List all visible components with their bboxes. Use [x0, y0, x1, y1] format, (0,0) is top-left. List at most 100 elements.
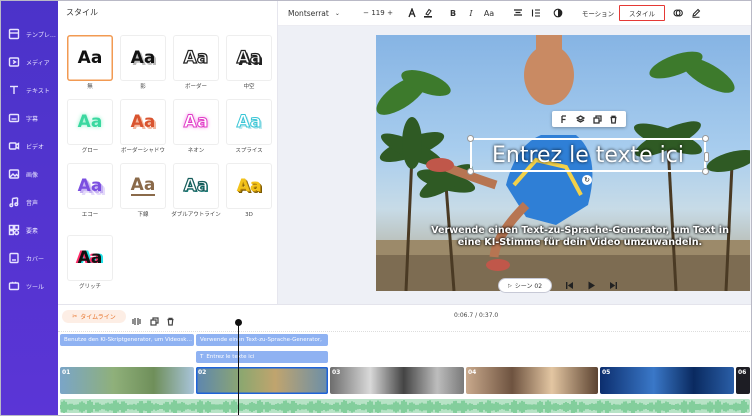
sidebar-item-media[interactable]: メディア	[0, 50, 58, 74]
sidebar-item-templates[interactable]: テンプレ…	[0, 22, 58, 46]
subtitle-text[interactable]: Verwende einen Text-zu-Sprache-Generator…	[430, 225, 730, 249]
bold-button[interactable]: B	[448, 6, 458, 20]
rotate-icon[interactable]: ↻	[582, 175, 592, 185]
sidebar-item-cover[interactable]: カバー	[0, 246, 58, 270]
font-size-input[interactable]: 119	[370, 6, 386, 20]
play-button[interactable]	[586, 281, 596, 291]
video-clip[interactable]: 04	[466, 367, 598, 394]
style-card-border[interactable]: Aa	[173, 35, 219, 81]
style-sample: Aa	[130, 112, 156, 132]
sidebar-item-label: 字幕	[26, 115, 39, 123]
split-button[interactable]	[132, 311, 142, 325]
text-style-icon[interactable]	[560, 114, 569, 124]
copy-button[interactable]	[150, 311, 160, 326]
line-spacing-button[interactable]	[530, 6, 542, 20]
clip-number: 02	[198, 369, 207, 376]
sidebar-item-audio[interactable]: 音声	[0, 190, 58, 214]
style-panel: スタイル Aa 無 Aa 影 Aa ボーダー Aa 中空 Aa グロー Aa ボ…	[58, 0, 278, 304]
sidebar-item-label: テンプレ…	[26, 31, 56, 39]
text-case-button[interactable]: Aa	[482, 6, 496, 20]
sidebar-item-video[interactable]: ビデオ	[0, 134, 58, 158]
sidebar-item-images[interactable]: 画像	[0, 162, 58, 186]
trash-icon	[167, 317, 174, 326]
style-card-3d[interactable]: Aa	[226, 163, 272, 209]
play-icon	[588, 281, 595, 290]
play-small-icon: ▷	[507, 282, 512, 289]
highlight-color-button[interactable]	[422, 6, 434, 20]
style-sample: Aa	[236, 112, 262, 133]
style-card-glow[interactable]: Aa	[67, 99, 113, 145]
style-card-none[interactable]: Aa	[67, 35, 113, 81]
sidebar-item-text[interactable]: テキスト	[0, 78, 58, 102]
style-card-border-shadow[interactable]: Aa	[120, 99, 166, 145]
panel-title: スタイル	[66, 8, 98, 17]
copy-icon	[150, 317, 159, 326]
clip-number: 01	[62, 369, 71, 376]
font-size-decrease-button[interactable]: −	[362, 6, 370, 20]
font-size-increase-button[interactable]: +	[386, 6, 394, 20]
delete-icon[interactable]	[609, 115, 618, 124]
layers-icon[interactable]	[576, 114, 586, 124]
edit-button[interactable]	[690, 6, 702, 20]
style-sample: Aa	[183, 175, 209, 196]
playhead[interactable]	[235, 319, 242, 416]
style-sample: Aa	[77, 176, 103, 196]
delete-button[interactable]	[166, 311, 176, 326]
video-clip-selected[interactable]: 02	[196, 367, 328, 394]
subtitle-clip[interactable]: Benutze den KI-Skriptgenerator, um Video…	[60, 334, 194, 346]
align-center-button[interactable]	[512, 6, 524, 20]
previous-button[interactable]	[564, 281, 574, 291]
resize-handle-top-left[interactable]	[467, 135, 474, 142]
video-preview[interactable]: Entrez le texte ici ↻ Verwende einen Tex…	[376, 35, 750, 291]
audio-icon	[7, 195, 21, 209]
duplicate-icon[interactable]	[593, 114, 602, 124]
resize-handle-right[interactable]	[704, 152, 709, 162]
subtitle-clip[interactable]: Verwende einen Text-zu-Sprache-Generator…	[196, 334, 328, 346]
style-card-splice[interactable]: Aa	[226, 99, 272, 145]
tab-style[interactable]: スタイル	[619, 5, 665, 21]
timeline-tab[interactable]: ✂ タイムライン	[62, 310, 126, 323]
style-card-echo[interactable]: Aa	[67, 163, 113, 209]
sidebar-item-tools[interactable]: ツール	[0, 274, 58, 298]
style-sample: Aa	[236, 176, 262, 196]
text-clip[interactable]: T Entrez le texte ici	[196, 351, 328, 363]
clip-number: 04	[468, 369, 477, 376]
chevron-down-icon: ⌄	[334, 9, 340, 17]
style-card-hollow[interactable]: Aa	[226, 35, 272, 81]
tab-motion[interactable]: モーション	[580, 6, 616, 20]
style-card-double-outline[interactable]: Aa	[173, 163, 219, 209]
style-label: エコー	[81, 212, 99, 218]
sidebar-item-elements[interactable]: 要素	[0, 218, 58, 242]
template-icon	[7, 27, 21, 41]
line-spacing-icon	[531, 9, 540, 17]
font-select[interactable]: Montserrat ⌄	[288, 6, 348, 20]
style-card-shadow[interactable]: Aa	[120, 35, 166, 81]
audio-track[interactable]	[60, 399, 750, 413]
style-card-neon[interactable]: Aa	[173, 99, 219, 145]
clip-number: 06	[738, 369, 747, 376]
canvas-area: Entrez le texte ici ↻ Verwende einen Tex…	[278, 26, 752, 304]
style-card-glitch[interactable]: Aa	[67, 235, 113, 281]
style-label: ボーダー	[184, 84, 207, 90]
effects-button[interactable]	[672, 6, 684, 20]
highlight-icon	[424, 8, 432, 18]
headline-text-box[interactable]: Entrez le texte ici	[467, 135, 709, 175]
opacity-button[interactable]	[552, 6, 564, 20]
video-clip[interactable]: 01	[60, 367, 194, 394]
resize-handle-bottom-left[interactable]	[467, 168, 474, 175]
style-label: 3D	[245, 212, 253, 218]
resize-handle-top-right[interactable]	[702, 135, 709, 142]
scene-selector[interactable]: ▷ シーン 02	[498, 278, 552, 293]
style-sample: Aa	[236, 47, 262, 68]
time-ruler[interactable]	[58, 326, 752, 332]
style-card-underline[interactable]: Aa	[120, 163, 166, 209]
italic-button[interactable]: I	[466, 6, 476, 20]
image-icon	[7, 167, 21, 181]
video-clip[interactable]: 03	[330, 367, 464, 394]
resize-handle-bottom-right[interactable]	[702, 168, 709, 175]
video-clip[interactable]: 05	[600, 367, 734, 394]
text-color-button[interactable]	[406, 6, 418, 20]
video-clip[interactable]: 06	[736, 367, 750, 394]
next-button[interactable]	[608, 281, 618, 291]
sidebar-item-subtitles[interactable]: 字幕	[0, 106, 58, 130]
